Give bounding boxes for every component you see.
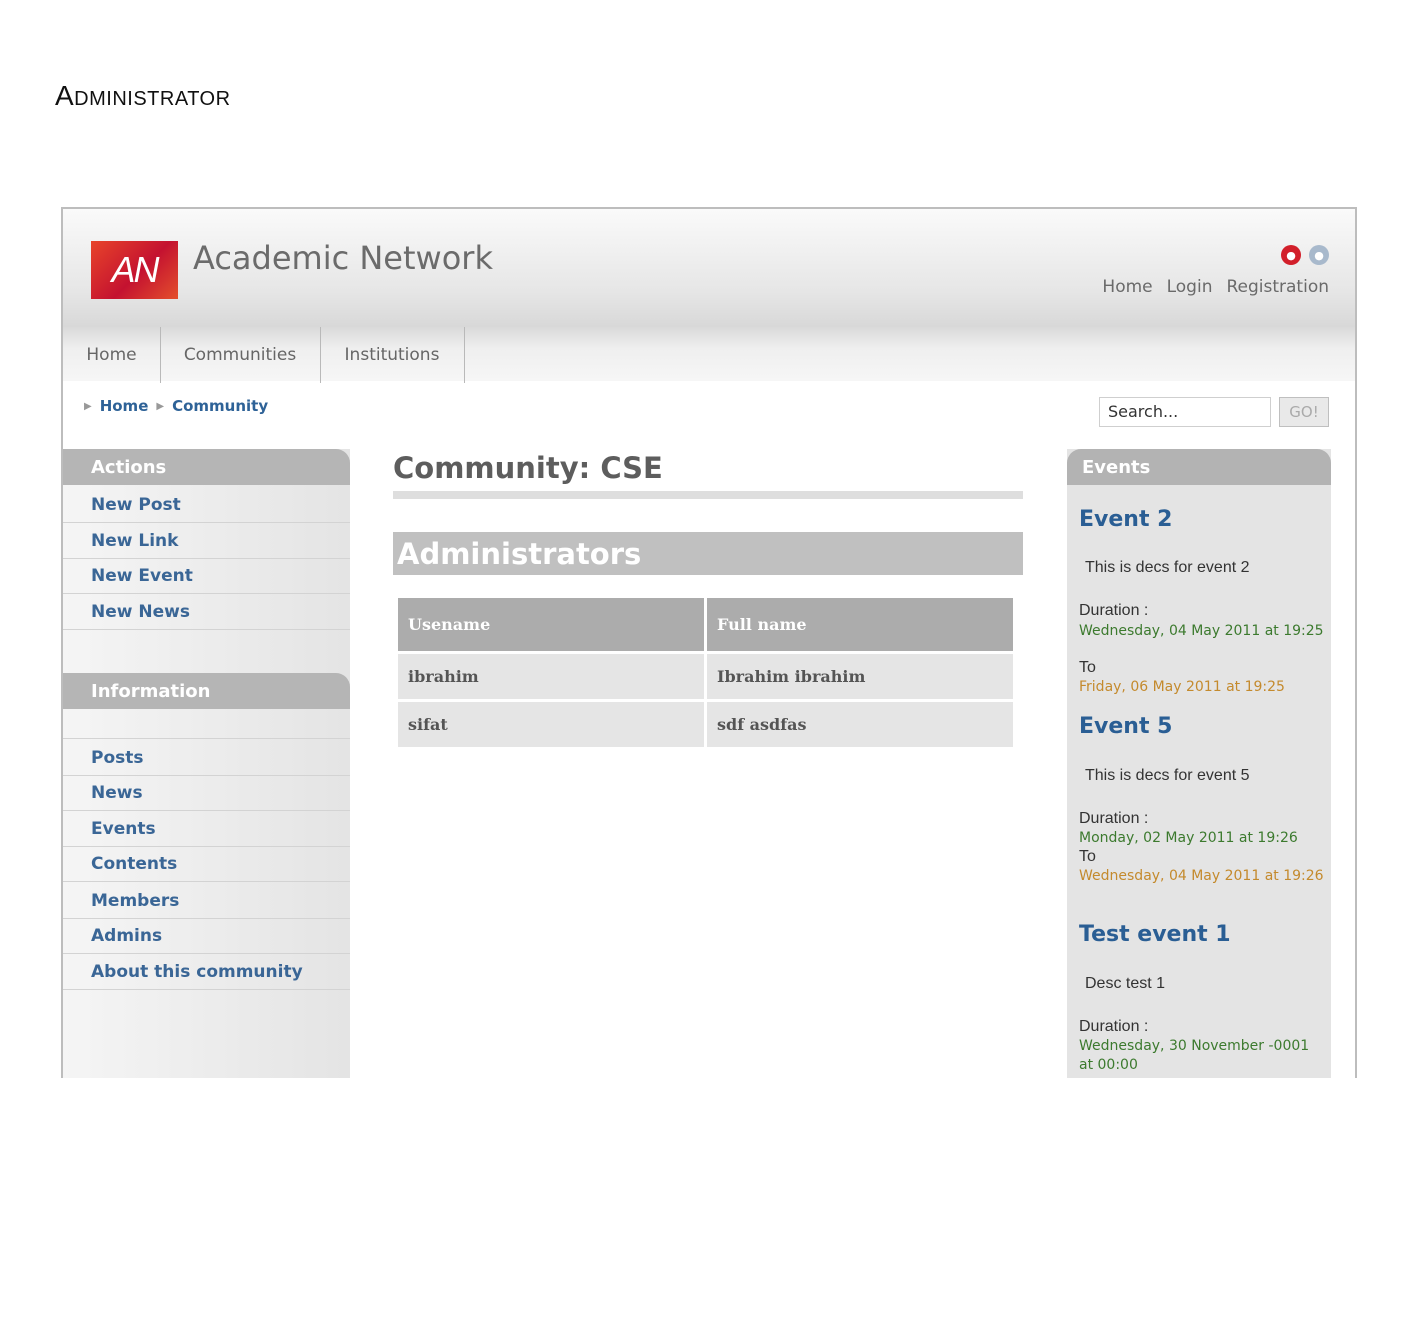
nav-communities[interactable]: Communities [160, 327, 321, 383]
blue-flag-icon[interactable]: ● [1309, 245, 1329, 265]
section-heading: Administrators [393, 532, 1023, 575]
event-title[interactable]: Event 5 [1079, 714, 1172, 739]
column-header: Usename [398, 598, 704, 651]
event-to-label: To [1079, 659, 1096, 676]
sidebar-item-new-event[interactable]: New Event [63, 559, 350, 594]
site-title: Academic Network [193, 239, 493, 277]
event-duration-label: Duration : [1079, 602, 1149, 619]
language-switcher: ● ● [1281, 245, 1329, 265]
sidebar-item-admins[interactable]: Admins [63, 919, 350, 954]
nav-home[interactable]: Home [63, 327, 161, 383]
red-flag-icon[interactable]: ● [1281, 245, 1301, 265]
sidebar-spacer [63, 709, 350, 739]
event-description: This is decs for event 5 [1085, 767, 1250, 784]
events-panel: Events Event 2 This is decs for event 2 … [1067, 449, 1331, 1078]
event-description: This is decs for event 2 [1085, 559, 1250, 576]
actions-header: Actions [63, 449, 350, 485]
site-logo[interactable]: AN [91, 241, 178, 299]
information-header: Information [63, 673, 350, 709]
table-row: sifat sdf asdfas [398, 702, 1013, 747]
sidebar-item-news[interactable]: News [63, 776, 350, 811]
table-row: ibrahim Ibrahim ibrahim [398, 654, 1013, 699]
administrators-table: Usename Full name ibrahim Ibrahim ibrahi… [395, 595, 1016, 750]
table-cell-username: ibrahim [398, 654, 704, 699]
breadcrumb-community[interactable]: Community [172, 397, 268, 415]
search-go-button[interactable]: GO! [1279, 397, 1329, 427]
event-duration-label: Duration : [1079, 810, 1149, 827]
top-link-login[interactable]: Login [1167, 277, 1213, 297]
event-start: Monday, 02 May 2011 at 19:26 [1079, 830, 1298, 846]
table-cell-username: sifat [398, 702, 704, 747]
nav-institutions[interactable]: Institutions [320, 327, 465, 383]
column-header: Full name [707, 598, 1013, 651]
page-title: Community: CSE [393, 451, 663, 485]
table-header-row: Usename Full name [398, 598, 1013, 651]
chevron-right-icon: ▶ [156, 400, 165, 412]
search-input[interactable]: Search... [1099, 397, 1271, 427]
title-divider [393, 491, 1023, 499]
event-description: Desc test 1 [1085, 975, 1166, 992]
event-to-label: To [1079, 848, 1096, 865]
sidebar-item-events[interactable]: Events [63, 812, 350, 847]
sidebar-item-new-news[interactable]: New News [63, 595, 350, 630]
top-link-home[interactable]: Home [1102, 277, 1152, 297]
top-link-registration[interactable]: Registration [1226, 277, 1329, 297]
left-sidebar: Actions New Post New Link New Event New … [63, 449, 350, 1078]
sidebar-item-members[interactable]: Members [63, 884, 350, 919]
top-links: Home Login Registration [1102, 277, 1329, 297]
sidebar-item-contents[interactable]: Contents [63, 847, 350, 882]
sidebar-item-about[interactable]: About this community [63, 955, 350, 990]
site-header: AN Academic Network ● ● Home Login Regis… [63, 209, 1355, 327]
sidebar-item-new-post[interactable]: New Post [63, 488, 350, 523]
main-nav: Home Communities Institutions [63, 327, 1355, 383]
event-title[interactable]: Test event 1 [1079, 922, 1231, 947]
browser-page: AN Academic Network ● ● Home Login Regis… [61, 207, 1357, 1078]
event-start: Wednesday, 04 May 2011 at 19:25 [1079, 623, 1324, 639]
event-title[interactable]: Event 2 [1079, 507, 1172, 532]
breadcrumb: ▶ Home ▶ Community [84, 397, 268, 415]
chevron-right-icon: ▶ [84, 400, 92, 412]
document-heading: Administrator [55, 80, 231, 111]
event-end: Wednesday, 04 May 2011 at 19:26 [1079, 868, 1324, 884]
sidebar-item-new-link[interactable]: New Link [63, 524, 350, 559]
event-start: Wednesday, 30 November -0001 at 00:00 [1079, 1038, 1310, 1073]
sidebar-item-posts[interactable]: Posts [63, 741, 350, 776]
breadcrumb-home[interactable]: Home [100, 397, 149, 415]
table-cell-fullname: Ibrahim ibrahim [707, 654, 1013, 699]
event-end: Friday, 06 May 2011 at 19:25 [1079, 679, 1285, 695]
events-header: Events [1067, 449, 1331, 485]
event-duration-label: Duration : [1079, 1018, 1149, 1035]
table-cell-fullname: sdf asdfas [707, 702, 1013, 747]
